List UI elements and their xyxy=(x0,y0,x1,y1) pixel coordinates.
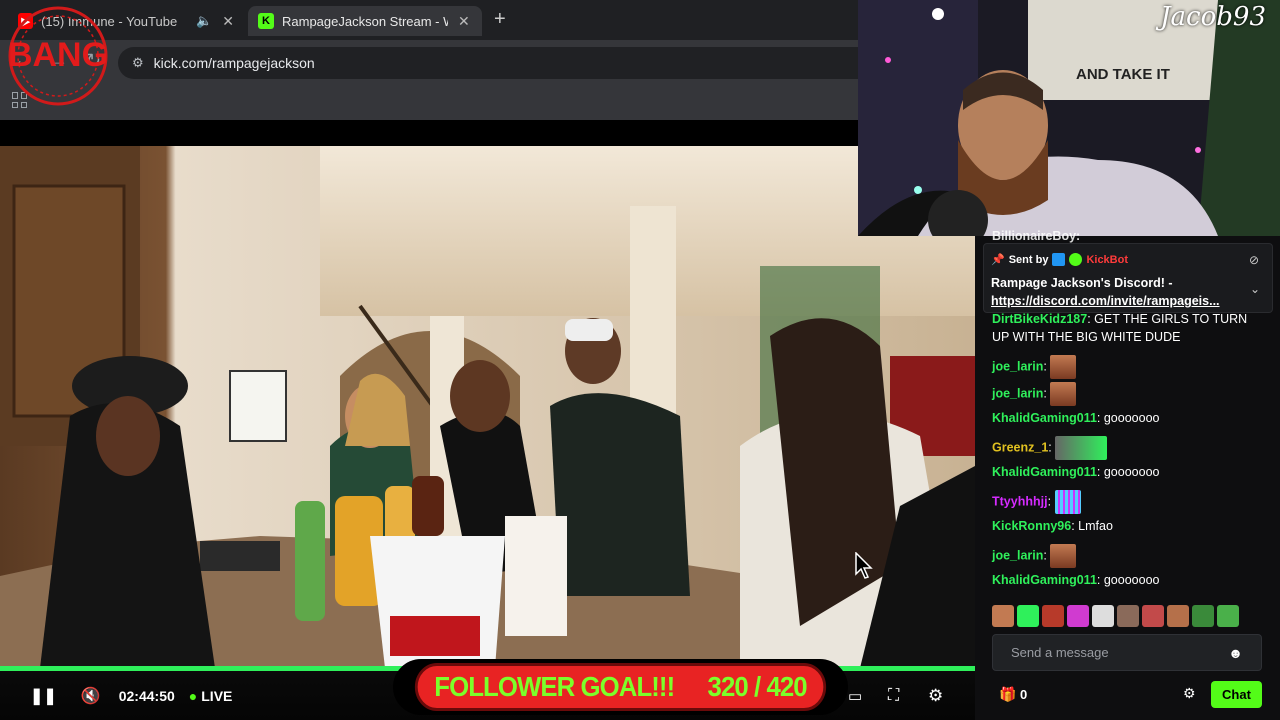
close-icon[interactable]: ✕ xyxy=(222,13,234,30)
emote-picker-item[interactable] xyxy=(1067,605,1089,627)
emote-bars-icon xyxy=(1054,490,1081,514)
chat-username[interactable]: joe_larin xyxy=(992,548,1043,562)
chat-separator: : xyxy=(1043,359,1051,374)
theater-mode-icon[interactable]: ▭ xyxy=(848,687,862,705)
bang-logo-text: BANG xyxy=(8,36,108,74)
mouse-cursor-icon xyxy=(855,552,873,579)
chat-separator: : xyxy=(1096,411,1104,425)
pinned-sent-by: Sent by xyxy=(1008,253,1049,266)
chat-message: KickRonny96: Lmfao xyxy=(992,517,1262,535)
moderator-badge-icon xyxy=(1052,253,1066,266)
chat-username[interactable]: KickRonny96 xyxy=(992,519,1071,533)
chat-input-placeholder: Send a message xyxy=(1011,645,1109,660)
chat-message: joe_larin: xyxy=(992,544,1262,568)
kick-icon: K xyxy=(258,13,274,29)
follower-goal-bar: FOLLOWER GOAL!!! 320 / 420 xyxy=(414,663,827,711)
emote-picker-item[interactable] xyxy=(1017,605,1039,627)
emote-face-icon xyxy=(1050,355,1077,379)
chat-message: DirtBikeKidz187: GET THE GIRLS TO TURN U… xyxy=(992,310,1262,346)
site-info-icon[interactable]: ⚙ xyxy=(132,55,144,71)
browser-tab-bar: ▶ (15) Immune - YouTube 🔈 ✕ K RampageJac… xyxy=(0,0,860,40)
pinned-bot-name: KickBot xyxy=(1086,253,1128,266)
pinned-line-1: Rampage Jackson's Discord! - xyxy=(991,276,1173,290)
chat-username[interactable]: DirtBikeKidz187 xyxy=(992,312,1087,326)
chat-message: joe_larin: xyxy=(992,382,1262,406)
mute-icon[interactable]: 🔇 xyxy=(81,686,101,706)
close-icon[interactable]: ✕ xyxy=(458,13,470,30)
emote-picker-item[interactable] xyxy=(1092,605,1114,627)
follower-goal-label: FOLLOWER GOAL!!! xyxy=(434,671,675,702)
chat-separator: : xyxy=(1096,573,1104,587)
chat-message: joe_larin: xyxy=(992,355,1262,379)
pause-icon[interactable]: ❚❚ xyxy=(30,686,57,706)
follower-goal-count: 320 / 420 xyxy=(707,671,808,702)
chat-separator: : xyxy=(1048,440,1056,455)
time-display: 02:44:50 xyxy=(118,687,175,704)
chat-username[interactable]: Greenz_1 xyxy=(992,440,1048,454)
fullscreen-icon[interactable]: ⛶ xyxy=(888,687,899,705)
follower-goal-banner: FOLLOWER GOAL!!! 320 / 420 xyxy=(393,659,848,715)
points-count: 0 xyxy=(1020,687,1028,702)
emote-picker-item[interactable] xyxy=(1142,605,1164,627)
url-field[interactable]: ⚙ kick.com/rampagejackson xyxy=(118,47,860,79)
video-frame-image xyxy=(0,146,975,668)
chat-username[interactable]: KhalidGaming011 xyxy=(992,573,1097,587)
webcam-name-label: Jacob93 xyxy=(1160,2,1266,32)
chat-settings-icon[interactable]: ⚙ xyxy=(1183,685,1196,702)
bookmarks-bar xyxy=(0,86,860,120)
chat-message: KhalidGaming011: gooooooo xyxy=(992,409,1262,427)
pinned-link[interactable]: https://discord.com/invite/rampageis... xyxy=(991,294,1220,308)
hide-icon[interactable]: ⊘ xyxy=(1249,253,1259,267)
chat-text: gooooooo xyxy=(1103,411,1160,425)
chat-message: KhalidGaming011: gooooooo xyxy=(992,571,1262,589)
bang-logo: BANG xyxy=(8,6,108,106)
emote-picker-item[interactable] xyxy=(1117,605,1139,627)
emote-picker-item[interactable] xyxy=(1217,605,1239,627)
chat-send-button[interactable]: Chat xyxy=(1211,681,1262,708)
emoji-icon[interactable]: ☻ xyxy=(1228,645,1243,661)
chat-separator: : xyxy=(1043,386,1051,401)
verified-badge-icon xyxy=(1069,253,1083,266)
emote-rampage-icon xyxy=(1055,436,1108,460)
webcam-image xyxy=(858,0,1280,236)
webcam-overlay: Jacob93 AND TAKE IT xyxy=(858,0,1280,236)
pinned-message: 📌 Sent by KickBot Rampage Jackson's Disc… xyxy=(983,243,1273,313)
chat-message: Greenz_1: xyxy=(992,436,1262,460)
chat-username[interactable]: KhalidGaming011 xyxy=(992,411,1097,425)
emote-picker-item[interactable] xyxy=(1042,605,1064,627)
live-dot-icon: ● xyxy=(188,687,198,704)
chat-username[interactable]: joe_larin xyxy=(992,359,1043,373)
live-label: LIVE xyxy=(201,687,233,704)
chat-message: KhalidGaming011: gooooooo xyxy=(992,463,1262,481)
chat-username[interactable]: Ttyyhhhjj xyxy=(992,494,1048,508)
tab-kick[interactable]: K RampageJackson Stream - Wat ✕ xyxy=(248,6,482,36)
chat-message: Ttyyhhhjj: xyxy=(992,490,1262,514)
chat-text: gooooooo xyxy=(1103,573,1160,587)
chat-username[interactable]: KhalidGaming011 xyxy=(992,465,1097,479)
emote-picker-item[interactable] xyxy=(1192,605,1214,627)
chat-input[interactable]: Send a message ☻ xyxy=(992,634,1262,671)
pin-icon: 📌 xyxy=(991,254,1005,266)
url-text: kick.com/rampagejackson xyxy=(153,55,315,71)
emote-bar xyxy=(992,603,1262,629)
speaker-icon[interactable]: 🔈 xyxy=(196,13,212,29)
chat-separator: : xyxy=(1043,548,1051,563)
chat-separator: : xyxy=(1096,465,1104,479)
gift-icon[interactable]: 🎁 xyxy=(999,686,1016,703)
settings-icon[interactable]: ⚙ xyxy=(928,686,943,706)
emote-picker-item[interactable] xyxy=(1167,605,1189,627)
emote-face-icon xyxy=(1050,382,1077,406)
chevron-down-icon[interactable]: ⌄ xyxy=(1250,282,1260,296)
chat-username[interactable]: joe_larin xyxy=(992,386,1043,400)
chat-separator: : xyxy=(1047,494,1055,509)
new-tab-icon[interactable]: + xyxy=(494,8,506,31)
chat-text: Lmfao xyxy=(1078,519,1113,533)
tab-title: RampageJackson Stream - Wat xyxy=(282,13,448,29)
poster-text: AND TAKE IT xyxy=(1076,66,1170,83)
chat-partial-user: BillionaireBoy: xyxy=(992,229,1081,243)
video-player[interactable] xyxy=(0,146,975,668)
emote-face-icon xyxy=(1050,544,1077,568)
chat-text: gooooooo xyxy=(1103,465,1160,479)
emote-picker-item[interactable] xyxy=(992,605,1014,627)
